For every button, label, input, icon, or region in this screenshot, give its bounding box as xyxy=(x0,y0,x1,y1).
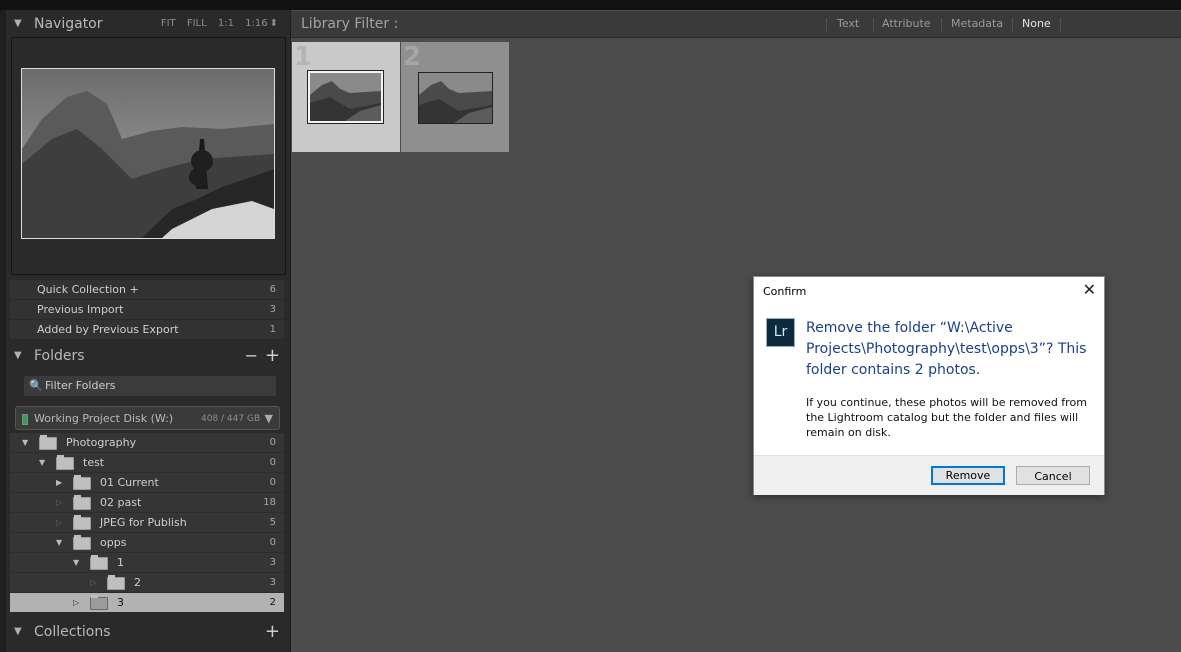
zoom-stepper-icon[interactable]: ⬍ xyxy=(270,18,278,29)
dialog-message: Remove the folder “W:\Active Projects\Ph… xyxy=(806,320,1087,378)
dialog-title: Confirm xyxy=(763,285,807,298)
search-icon: 🔍 xyxy=(29,379,43,392)
folder-row-opps[interactable]: ▼ opps 0 xyxy=(10,533,284,553)
folder-icon xyxy=(73,475,91,490)
volume-dropdown-icon[interactable]: ▼ xyxy=(265,407,273,431)
expanded-triangle-icon[interactable]: ▼ xyxy=(22,433,28,453)
remove-folder-icon[interactable]: − xyxy=(245,343,258,369)
collections-header[interactable]: ▼ Collections + xyxy=(8,619,286,645)
collapsed-triangle-icon[interactable]: ▷ xyxy=(90,573,96,593)
thumbnail-frame[interactable] xyxy=(418,72,493,124)
lightroom-icon: Lr xyxy=(766,318,795,347)
grid-cell[interactable]: 2 xyxy=(401,42,509,152)
folders-header[interactable]: ▼ Folders − + xyxy=(8,343,286,369)
collapse-triangle-icon[interactable]: ▼ xyxy=(14,11,22,37)
remove-button[interactable]: Remove xyxy=(931,466,1005,485)
navigator-zoom-options: FIT FILL 1:1 1:16 ⬍ xyxy=(153,11,278,37)
catalog-row-quick-collection[interactable]: Quick Collection + 6 xyxy=(10,280,284,300)
volume-name: Working Project Disk (W:) xyxy=(34,412,174,425)
zoom-fit[interactable]: FIT xyxy=(161,18,176,29)
filter-metadata[interactable]: Metadata xyxy=(951,11,1003,37)
grid-cell-selected[interactable]: 1 xyxy=(292,42,400,152)
zoom-1-16[interactable]: 1:16 xyxy=(245,18,267,29)
divider xyxy=(826,19,828,31)
add-collection-icon[interactable]: + xyxy=(265,619,280,645)
collapsed-triangle-icon[interactable]: ▶ xyxy=(56,473,62,493)
thumbnail-frame[interactable] xyxy=(307,70,384,124)
folder-row-2[interactable]: ▷ 2 3 xyxy=(10,573,284,593)
dialog-detail: If you continue, these photos will be re… xyxy=(806,396,1087,439)
filter-folders-input[interactable]: 🔍 Filter Folders xyxy=(23,375,277,397)
library-filter-bar: Library Filter : Text Attribute Metadata… xyxy=(291,11,1181,38)
folder-icon xyxy=(90,555,108,570)
thumbnail-photo xyxy=(310,73,381,121)
divider xyxy=(1012,19,1014,31)
expanded-triangle-icon[interactable]: ▼ xyxy=(39,453,45,473)
folder-icon xyxy=(107,575,125,590)
zoom-1-1[interactable]: 1:1 xyxy=(218,18,234,29)
collapse-triangle-icon[interactable]: ▼ xyxy=(14,619,22,645)
volume-size: 408 / 447 GB xyxy=(201,414,261,424)
confirm-dialog: Confirm ✕ Lr Remove the folder “W:\Activ… xyxy=(753,276,1105,495)
catalog-row-previous-import[interactable]: Previous Import 3 xyxy=(10,300,284,320)
folder-row-01-current[interactable]: ▶ 01 Current 0 xyxy=(10,473,284,493)
dialog-footer: Remove Cancel xyxy=(754,455,1104,495)
cell-index: 2 xyxy=(403,42,422,72)
collapsed-triangle-icon[interactable]: ▷ xyxy=(56,513,62,533)
folder-icon xyxy=(73,515,91,530)
volume-status-icon xyxy=(22,414,28,425)
divider xyxy=(1060,19,1062,31)
folder-icon xyxy=(56,455,74,470)
folder-icon xyxy=(39,435,57,450)
folder-row-3-selected[interactable]: ▷ 3 2 xyxy=(10,593,284,613)
landscape-photo xyxy=(22,69,274,238)
collapsed-triangle-icon[interactable]: ▷ xyxy=(73,593,79,613)
folder-icon xyxy=(90,595,108,610)
collections-title: Collections xyxy=(34,624,111,640)
navigator-photo[interactable] xyxy=(21,68,275,239)
navigator-header[interactable]: ▼ Navigator FIT FILL 1:1 1:16 ⬍ xyxy=(8,11,286,37)
folder-icon xyxy=(73,495,91,510)
zoom-fill[interactable]: FILL xyxy=(187,18,207,29)
filter-attribute[interactable]: Attribute xyxy=(882,11,931,37)
collapsed-triangle-icon[interactable]: ▷ xyxy=(56,493,62,513)
folder-row-test[interactable]: ▼ test 0 xyxy=(10,453,284,473)
add-folder-icon[interactable]: + xyxy=(265,343,280,369)
cancel-button[interactable]: Cancel xyxy=(1016,466,1090,485)
expanded-triangle-icon[interactable]: ▼ xyxy=(56,533,62,553)
catalog-row-added-by-previous-export[interactable]: Added by Previous Export 1 xyxy=(10,320,284,340)
top-border xyxy=(0,0,1181,10)
folder-row-02-past[interactable]: ▷ 02 past 18 xyxy=(10,493,284,513)
expanded-triangle-icon[interactable]: ▼ xyxy=(73,553,79,573)
filter-folders-placeholder: Filter Folders xyxy=(45,379,116,392)
navigator-title: Navigator xyxy=(34,16,103,32)
close-icon[interactable]: ✕ xyxy=(1083,281,1096,299)
folder-row-1[interactable]: ▼ 1 3 xyxy=(10,553,284,573)
filter-none[interactable]: None xyxy=(1022,11,1051,37)
divider xyxy=(941,19,943,31)
folder-row-jpeg-for-publish[interactable]: ▷ JPEG for Publish 5 xyxy=(10,513,284,533)
folder-row-photography[interactable]: ▼ Photography 0 xyxy=(10,433,284,453)
thumbnail-photo xyxy=(419,73,492,123)
filter-text[interactable]: Text xyxy=(837,11,859,37)
library-filter-title: Library Filter : xyxy=(301,16,399,32)
divider xyxy=(873,19,875,31)
cell-index: 1 xyxy=(294,42,313,72)
folders-title: Folders xyxy=(34,348,85,364)
volume-bar[interactable]: Working Project Disk (W:) 408 / 447 GB ▼ xyxy=(15,406,280,430)
folder-icon xyxy=(73,535,91,550)
collapse-triangle-icon[interactable]: ▼ xyxy=(14,343,22,369)
